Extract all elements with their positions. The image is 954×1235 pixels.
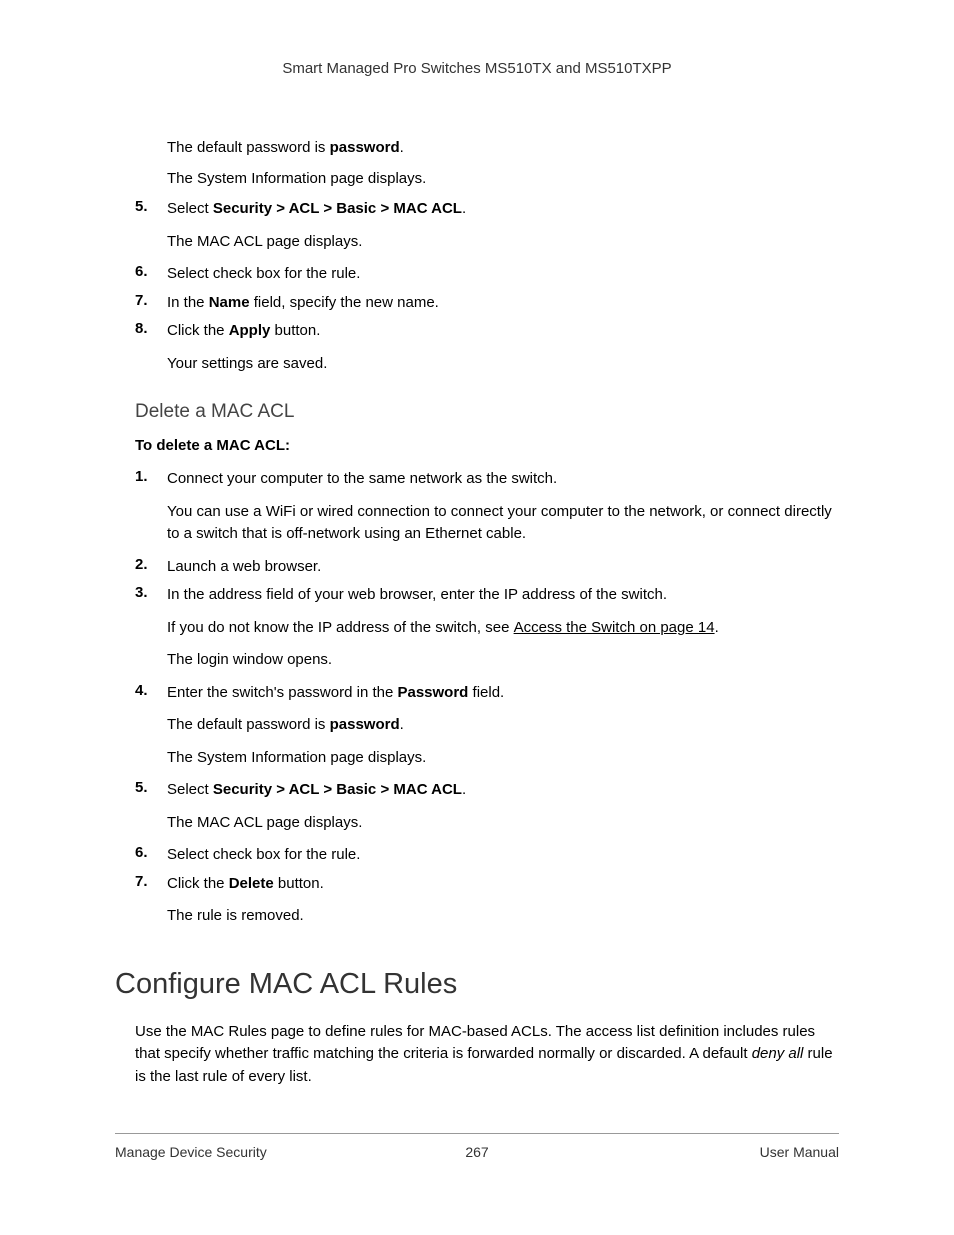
text-bold: password: [330, 716, 400, 733]
step-content: Select check box for the rule.: [167, 263, 839, 286]
text-fragment: button.: [270, 322, 320, 339]
text-fragment: .: [462, 781, 466, 798]
text-bold: Security > ACL > Basic > MAC ACL: [213, 781, 462, 798]
text-bold: Apply: [229, 322, 271, 339]
step-content: Connect your computer to the same networ…: [167, 468, 839, 550]
step-number: 5.: [135, 779, 167, 838]
cross-reference-link[interactable]: Access the Switch on page 14: [514, 619, 715, 636]
text-fragment: Connect your computer to the same networ…: [167, 470, 557, 487]
delete-step-3: 3. In the address field of your web brow…: [135, 584, 839, 676]
step-8: 8. Click the Apply button. Your settings…: [135, 320, 839, 379]
delete-step-1: 1. Connect your computer to the same net…: [135, 468, 839, 550]
sysinfo-line: The System Information page displays.: [167, 168, 839, 191]
text-fragment: In the: [167, 294, 209, 311]
text-fragment: Select: [167, 781, 213, 798]
text-fragment: Select: [167, 200, 213, 217]
text-fragment: Enter the switch's password in the: [167, 684, 397, 701]
delete-step-2: 2. Launch a web browser.: [135, 556, 839, 579]
text-fragment: Click the: [167, 875, 229, 892]
step-content: Select Security > ACL > Basic > MAC ACL.…: [167, 779, 839, 838]
page-footer: Manage Device Security 267 User Manual: [115, 1133, 839, 1160]
section-heading-delete-mac-acl: Delete a MAC ACL: [135, 401, 839, 423]
step-5: 5. Select Security > ACL > Basic > MAC A…: [135, 198, 839, 257]
step-number: 7.: [135, 292, 167, 315]
step-7: 7. In the Name field, specify the new na…: [135, 292, 839, 315]
step-content: In the address field of your web browser…: [167, 584, 839, 676]
text-bold: password: [330, 139, 400, 156]
step-sub: You can use a WiFi or wired connection t…: [167, 501, 839, 546]
step-number: 8.: [135, 320, 167, 379]
step-sub: Your settings are saved.: [167, 353, 839, 376]
text-fragment: Click the: [167, 322, 229, 339]
text-fragment: The default password is: [167, 139, 330, 156]
text-bold: Name: [209, 294, 250, 311]
delete-step-6: 6. Select check box for the rule.: [135, 844, 839, 867]
step-sub: If you do not know the IP address of the…: [167, 617, 839, 640]
text-fragment: .: [462, 200, 466, 217]
default-password-line: The default password is password.: [167, 137, 839, 160]
step-number: 6.: [135, 263, 167, 286]
step-sub: The rule is removed.: [167, 905, 839, 928]
step-content: Launch a web browser.: [167, 556, 839, 579]
text-fragment: field, specify the new name.: [250, 294, 439, 311]
text-bold: Password: [397, 684, 468, 701]
text-fragment: Use the MAC Rules page to define rules f…: [135, 1023, 815, 1063]
step-number: 4.: [135, 682, 167, 774]
step-content: Click the Apply button. Your settings ar…: [167, 320, 839, 379]
step-number: 3.: [135, 584, 167, 676]
step-number: 7.: [135, 873, 167, 932]
step-number: 2.: [135, 556, 167, 579]
text-fragment: button.: [274, 875, 324, 892]
step-number: 1.: [135, 468, 167, 550]
delete-step-5: 5. Select Security > ACL > Basic > MAC A…: [135, 779, 839, 838]
step-sub: The MAC ACL page displays.: [167, 231, 839, 254]
step-content: Click the Delete button. The rule is rem…: [167, 873, 839, 932]
text-fragment: .: [400, 716, 404, 733]
text-italic: deny all: [752, 1045, 804, 1062]
text-fragment: If you do not know the IP address of the…: [167, 619, 514, 636]
step-content: Select Security > ACL > Basic > MAC ACL.…: [167, 198, 839, 257]
text-bold: Security > ACL > Basic > MAC ACL: [213, 200, 462, 217]
text-fragment: In the address field of your web browser…: [167, 586, 667, 603]
step-sub: The default password is password.: [167, 714, 839, 737]
step-sub: The MAC ACL page displays.: [167, 812, 839, 835]
step-content: Select check box for the rule.: [167, 844, 839, 867]
delete-step-4: 4. Enter the switch's password in the Pa…: [135, 682, 839, 774]
step-number: 6.: [135, 844, 167, 867]
configure-paragraph: Use the MAC Rules page to define rules f…: [135, 1021, 839, 1089]
text-fragment: field.: [468, 684, 504, 701]
section-heading-configure-mac-acl: Configure MAC ACL Rules: [115, 968, 839, 1001]
page-header-title: Smart Managed Pro Switches MS510TX and M…: [115, 60, 839, 77]
step-content: Enter the switch's password in the Passw…: [167, 682, 839, 774]
footer-left: Manage Device Security: [115, 1144, 267, 1160]
intro-bold: To delete a MAC ACL:: [135, 437, 839, 454]
text-bold: Delete: [229, 875, 274, 892]
step-sub: The System Information page displays.: [167, 747, 839, 770]
step-number: 5.: [135, 198, 167, 257]
step-content: In the Name field, specify the new name.: [167, 292, 839, 315]
delete-step-7: 7. Click the Delete button. The rule is …: [135, 873, 839, 932]
text-fragment: The default password is: [167, 716, 330, 733]
footer-right: User Manual: [760, 1144, 839, 1160]
step-6: 6. Select check box for the rule.: [135, 263, 839, 286]
text-fragment: .: [715, 619, 719, 636]
footer-page-number: 267: [465, 1144, 488, 1160]
step-sub: The login window opens.: [167, 649, 839, 672]
text-fragment: .: [400, 139, 404, 156]
